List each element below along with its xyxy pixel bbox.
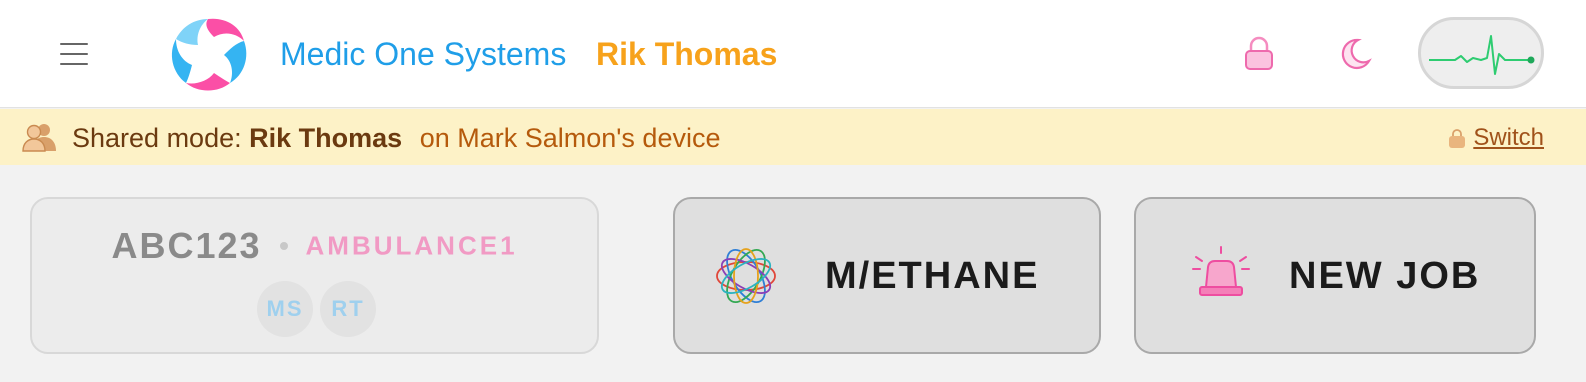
crew-badge-rt[interactable]: RT <box>320 281 376 337</box>
heartbeat-status-toggle[interactable] <box>1418 17 1544 89</box>
switch-link-label[interactable]: Switch <box>1473 123 1544 153</box>
methane-button[interactable]: M/ETHANE <box>673 197 1101 354</box>
device-owner-text: on Mark Salmon's device <box>419 123 721 153</box>
new-job-button[interactable]: NEW JOB <box>1134 197 1536 354</box>
new-job-label: NEW JOB <box>1289 255 1481 297</box>
vehicle-header: ABC123 AMBULANCE1 <box>32 225 597 267</box>
methane-label: M/ETHANE <box>825 255 1040 297</box>
hamburger-menu-icon[interactable] <box>56 36 96 72</box>
vehicle-callsign: ABC123 <box>111 225 262 266</box>
app-logo <box>171 18 247 91</box>
app-name: Medic One Systems <box>280 36 567 72</box>
shared-mode-text: Shared mode: Rik Thomas on Mark Salmon's… <box>72 121 720 155</box>
vehicle-card[interactable]: ABC123 AMBULANCE1 MS RT <box>30 197 599 354</box>
atom-rings-icon <box>716 248 776 304</box>
lock-icon <box>1449 129 1466 148</box>
current-user-name[interactable]: Rik Thomas <box>596 34 777 74</box>
siren-light-icon <box>1192 246 1250 296</box>
heartbeat-pulse-icon <box>1429 35 1535 75</box>
shared-user-name: Rik Thomas <box>249 123 403 153</box>
crew-badge-ms[interactable]: MS <box>257 281 313 337</box>
separator-dot <box>279 242 288 250</box>
vehicle-name: AMBULANCE1 <box>305 230 518 261</box>
lock-icon[interactable] <box>1238 33 1280 75</box>
shared-mode-banner: Shared mode: Rik Thomas on Mark Salmon's… <box>0 109 1586 165</box>
moon-icon[interactable] <box>1334 33 1376 75</box>
shared-mode-label: Shared mode: <box>72 123 242 153</box>
people-icon <box>22 124 56 152</box>
top-bar: Medic One Systems Rik Thomas <box>0 0 1586 108</box>
switch-user-link[interactable]: Switch <box>1447 122 1544 154</box>
